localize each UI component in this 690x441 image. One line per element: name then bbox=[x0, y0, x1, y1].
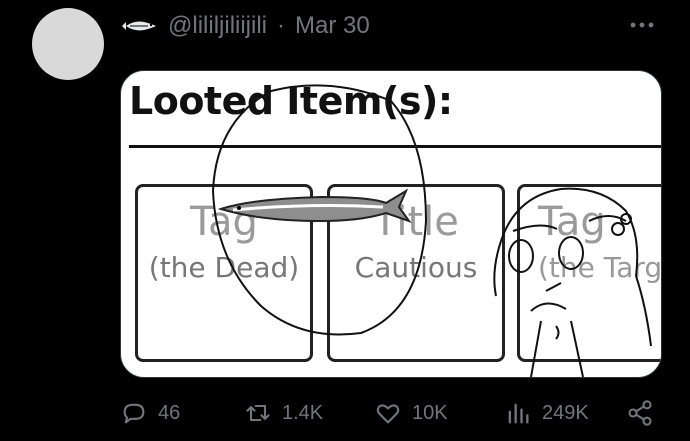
repost-button[interactable]: 1.4K bbox=[244, 399, 323, 427]
card-line1: Tag bbox=[538, 199, 606, 245]
card-line1: Tag bbox=[190, 199, 258, 245]
fish-icon bbox=[122, 21, 156, 31]
share-button[interactable] bbox=[626, 399, 654, 427]
like-button[interactable]: 10K bbox=[374, 399, 448, 427]
media-title: Looted Item(s): bbox=[129, 79, 453, 123]
card-line2: Cautious bbox=[354, 251, 478, 284]
card-line2: (the Targe bbox=[538, 251, 662, 284]
views-icon bbox=[508, 403, 529, 424]
loot-card: Title Cautious bbox=[327, 184, 505, 362]
card-line1: Title bbox=[373, 199, 459, 245]
repost-icon bbox=[246, 404, 270, 422]
like-icon bbox=[376, 404, 400, 424]
card-line2: (the Dead) bbox=[148, 251, 300, 284]
post-media-image[interactable]: Looted Item(s): Tag (the Dead) Title Cau… bbox=[120, 70, 662, 378]
avatar[interactable] bbox=[32, 8, 104, 80]
loot-card: Tag (the Targe bbox=[517, 184, 662, 362]
views-count: 249K bbox=[542, 401, 589, 424]
repost-count: 1.4K bbox=[282, 401, 324, 424]
share-icon bbox=[628, 400, 652, 426]
header-separator: · bbox=[277, 12, 286, 39]
views-button[interactable]: 249K bbox=[504, 399, 589, 427]
reply-button[interactable]: 46 bbox=[120, 399, 180, 427]
post-header: @lililjiliijili · Mar 30 bbox=[120, 12, 370, 40]
action-bar: 46 1.4K 10K 249K bbox=[118, 396, 658, 430]
like-count: 10K bbox=[412, 401, 448, 424]
post-date[interactable]: Mar 30 bbox=[295, 12, 370, 40]
author-handle[interactable]: @lililjiliijili bbox=[168, 12, 267, 40]
media-divider bbox=[129, 145, 661, 148]
more-icon[interactable] bbox=[628, 14, 656, 36]
reply-count: 46 bbox=[158, 401, 181, 424]
reply-icon bbox=[123, 403, 145, 424]
loot-card: Tag (the Dead) bbox=[135, 184, 313, 362]
